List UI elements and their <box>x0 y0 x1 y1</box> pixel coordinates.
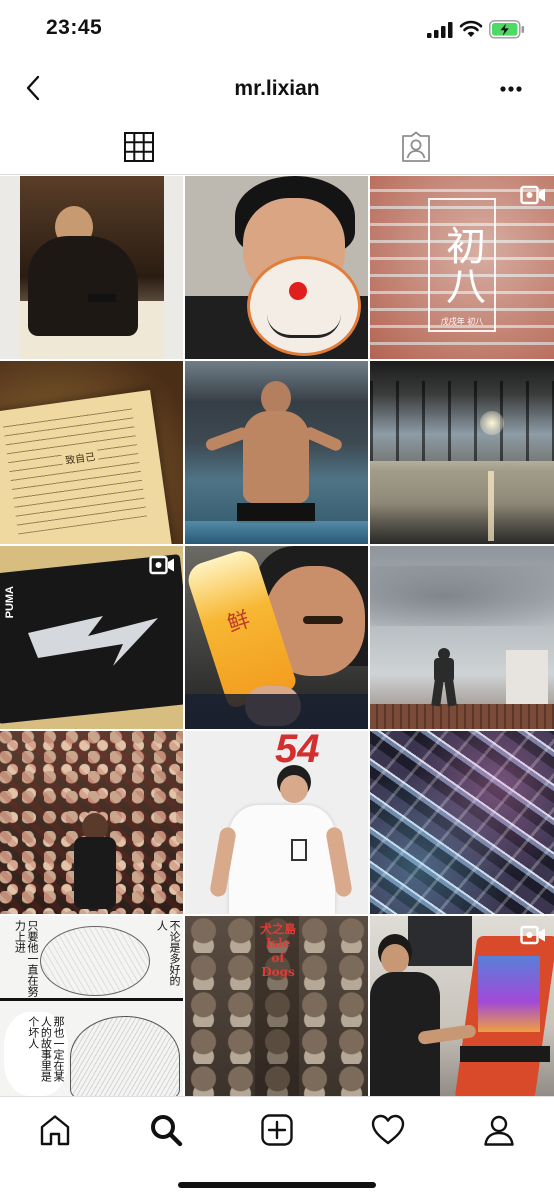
lightning-bolt-graphic <box>28 616 158 666</box>
video-icon <box>520 185 545 205</box>
tab-tagged[interactable] <box>277 120 554 174</box>
speech-bubble: 不论是多好的人 <box>155 920 181 986</box>
grid-icon <box>123 132 154 162</box>
video-icon <box>149 555 174 575</box>
wifi-icon <box>459 20 483 37</box>
bottom-nav <box>0 1096 554 1162</box>
heart-icon <box>371 1114 404 1144</box>
nav-activity[interactable] <box>332 1097 443 1162</box>
post-thumbnail[interactable]: 只要他一直在努力上进 不论是多好的人 那也一定在某人的故事里是个坏人 <box>0 916 183 1099</box>
profile-header: mr.lixian <box>0 60 554 120</box>
post-thumbnail[interactable] <box>370 546 554 729</box>
nav-search[interactable] <box>111 1097 222 1162</box>
post-thumbnail[interactable] <box>370 361 554 544</box>
post-thumbnail[interactable]: PUMA <box>0 546 183 729</box>
post-thumbnail[interactable] <box>185 176 368 359</box>
poster-title: 犬之島 Isle of Dogs <box>259 922 296 980</box>
post-thumbnail[interactable]: 鲜 <box>185 546 368 729</box>
speech-bubble: 只要他一直在努力上进 <box>13 920 39 997</box>
calligraphy-frame: 初八 <box>428 198 496 332</box>
battery-charging-icon <box>489 20 525 39</box>
calligraphy-title: 初八 <box>439 225 485 305</box>
signal-icon <box>427 22 453 38</box>
status-bar: 23:45 <box>0 0 554 60</box>
more-horizontal-icon <box>500 86 522 92</box>
post-thumbnail[interactable]: 54 <box>185 731 368 914</box>
post-thumbnail[interactable]: 初八 戊戌年 初八 <box>370 176 554 359</box>
post-thumbnail[interactable] <box>0 176 183 359</box>
post-thumbnail[interactable]: 致自己 <box>0 361 183 544</box>
box-brand: PUMA <box>4 586 16 619</box>
tagged-person-icon <box>401 131 430 162</box>
nav-profile[interactable] <box>443 1097 554 1162</box>
home-icon <box>41 1114 70 1145</box>
status-time: 23:45 <box>46 16 103 39</box>
more-options-button[interactable] <box>494 72 528 106</box>
post-thumbnail[interactable] <box>370 916 554 1099</box>
calligraphy-subtitle: 戊戌年 初八 <box>440 317 484 326</box>
plus-square-icon <box>261 1113 293 1146</box>
search-icon <box>151 1114 183 1146</box>
profile-tabs <box>0 120 554 175</box>
nav-home[interactable] <box>0 1097 111 1162</box>
nav-new-post[interactable] <box>222 1097 333 1162</box>
post-thumbnail[interactable] <box>0 731 183 914</box>
post-thumbnail[interactable]: 犬之島 Isle of Dogs <box>185 916 368 1099</box>
speech-bubble: 那也一定在某人的故事里是个坏人 <box>4 1012 68 1096</box>
post-thumbnail[interactable] <box>370 731 554 914</box>
tab-grid[interactable] <box>0 120 277 174</box>
video-icon <box>520 925 545 945</box>
profile-username: mr.lixian <box>234 77 320 100</box>
profile-icon <box>483 1115 514 1146</box>
post-thumbnail[interactable] <box>185 361 368 544</box>
post-grid: 初八 戊戌年 初八 致自己 PUMA 鲜 54 只要他一直在努力上进 不论是多好… <box>0 176 554 1099</box>
home-indicator[interactable] <box>178 1182 376 1188</box>
